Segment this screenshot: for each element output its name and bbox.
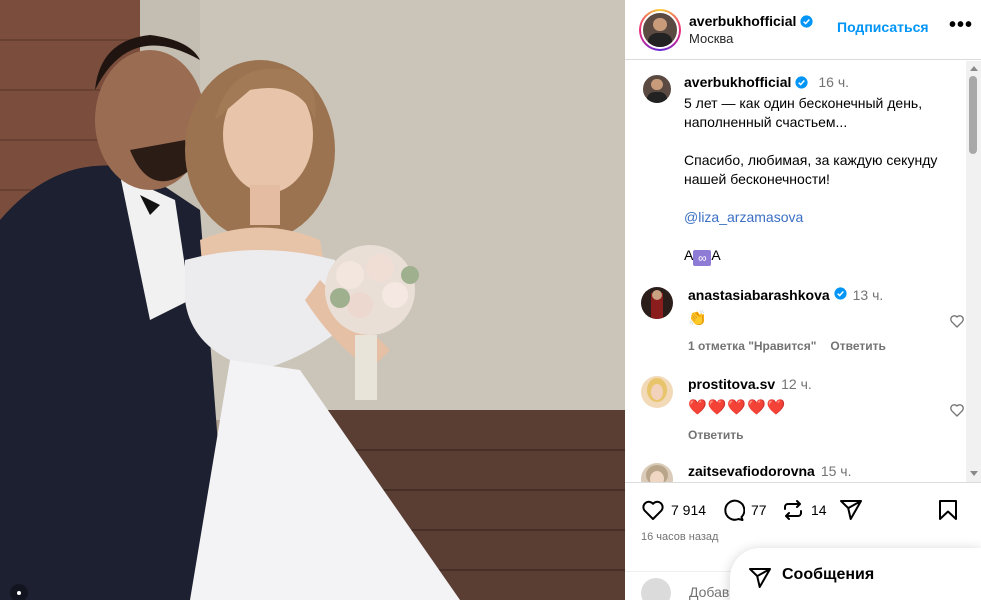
- comment-avatar[interactable]: [641, 287, 673, 319]
- verified-badge-icon: [800, 14, 813, 28]
- share-button[interactable]: [839, 498, 863, 522]
- messages-button[interactable]: Сообщения: [730, 548, 981, 600]
- more-options-icon[interactable]: •••: [949, 14, 973, 37]
- comment-reply-button[interactable]: Ответить: [830, 339, 885, 353]
- scroll-up-arrow-icon[interactable]: [970, 66, 978, 71]
- like-button[interactable]: 7 914: [641, 498, 706, 522]
- reposts-count: 14: [811, 502, 827, 518]
- caption-line: наполненный счастьем...: [684, 114, 848, 130]
- post-location[interactable]: Москва: [689, 31, 813, 46]
- author-avatar[interactable]: [639, 8, 681, 51]
- messages-label: Сообщения: [782, 566, 875, 583]
- caption-avatar[interactable]: [641, 73, 673, 105]
- comment-username[interactable]: prostitova.sv: [688, 376, 775, 392]
- comment-avatar[interactable]: [641, 376, 673, 408]
- comment-text: ❤️❤️❤️❤️❤️: [688, 399, 787, 416]
- verified-badge-icon: [834, 287, 847, 300]
- comment-reply-button[interactable]: Ответить: [688, 428, 743, 442]
- post-header: averbukhofficial Москва Подписаться •••: [625, 0, 981, 60]
- caption-line: Спасибо, любимая, за каждую секунду: [684, 152, 938, 168]
- add-comment-input[interactable]: Добав: [689, 584, 729, 600]
- caption-time: 16 ч.: [818, 74, 850, 90]
- infinity-emoji-icon: ∞: [693, 250, 712, 266]
- comments-panel[interactable]: averbukhofficial 16 ч. 5 лет — как один …: [625, 61, 981, 482]
- comment-likes-count[interactable]: 1 отметка "Нравится": [688, 339, 816, 353]
- comment-like-heart-icon[interactable]: [949, 402, 965, 418]
- send-paper-plane-icon: [840, 500, 862, 520]
- caption-line: 5 лет — как один бесконечный день,: [684, 95, 923, 111]
- post-photo[interactable]: [0, 0, 625, 600]
- heart-icon: [642, 500, 664, 520]
- current-user-avatar: [641, 578, 671, 600]
- post-timestamp[interactable]: 16 часов назад: [641, 531, 718, 543]
- caption-mention-link[interactable]: @liza_arzamasova: [684, 209, 803, 225]
- comment-time: 13 ч.: [852, 287, 884, 303]
- comment-bubble-icon: [724, 499, 745, 521]
- comment-item: anastasiabarashkova 13 ч. 👏 1 отметка "Н…: [641, 287, 971, 353]
- comment-avatar[interactable]: [641, 463, 673, 482]
- comments-count: 77: [751, 502, 767, 518]
- photo-tag-icon[interactable]: [10, 584, 28, 600]
- comment-button[interactable]: 77: [721, 498, 767, 522]
- comment-text: 👏: [688, 310, 707, 327]
- bookmark-icon: [939, 500, 957, 520]
- repost-icon: [784, 500, 802, 520]
- post-caption: averbukhofficial 16 ч. 5 лет — как один …: [641, 73, 971, 266]
- comment-username[interactable]: zaitsevafiodorovna: [688, 463, 815, 479]
- comment-time: 12 ч.: [781, 376, 812, 392]
- comment-like-heart-icon[interactable]: [949, 313, 965, 329]
- comment-time: 15 ч.: [820, 463, 852, 479]
- caption-signature: А ∞ А: [684, 247, 721, 266]
- author-username[interactable]: averbukhofficial: [689, 13, 796, 29]
- follow-button[interactable]: Подписаться: [837, 19, 929, 35]
- comment-username[interactable]: anastasiabarashkova: [688, 287, 830, 303]
- send-messages-icon: [749, 568, 771, 588]
- comment-item: zaitsevafiodorovna 15 ч.: [641, 463, 971, 482]
- verified-badge-icon: [795, 76, 808, 89]
- repost-button[interactable]: 14: [781, 498, 827, 522]
- likes-count: 7 914: [671, 502, 707, 518]
- scroll-down-arrow-icon[interactable]: [970, 471, 978, 476]
- caption-line: нашей бесконечности!: [684, 171, 830, 187]
- caption-username[interactable]: averbukhofficial: [684, 73, 791, 92]
- scrollbar-thumb[interactable]: [969, 76, 977, 154]
- wedding-photo-illustration: [0, 0, 625, 600]
- save-button[interactable]: [936, 498, 960, 522]
- comment-item: prostitova.sv 12 ч. ❤️❤️❤️❤️❤️ Ответить: [641, 376, 971, 442]
